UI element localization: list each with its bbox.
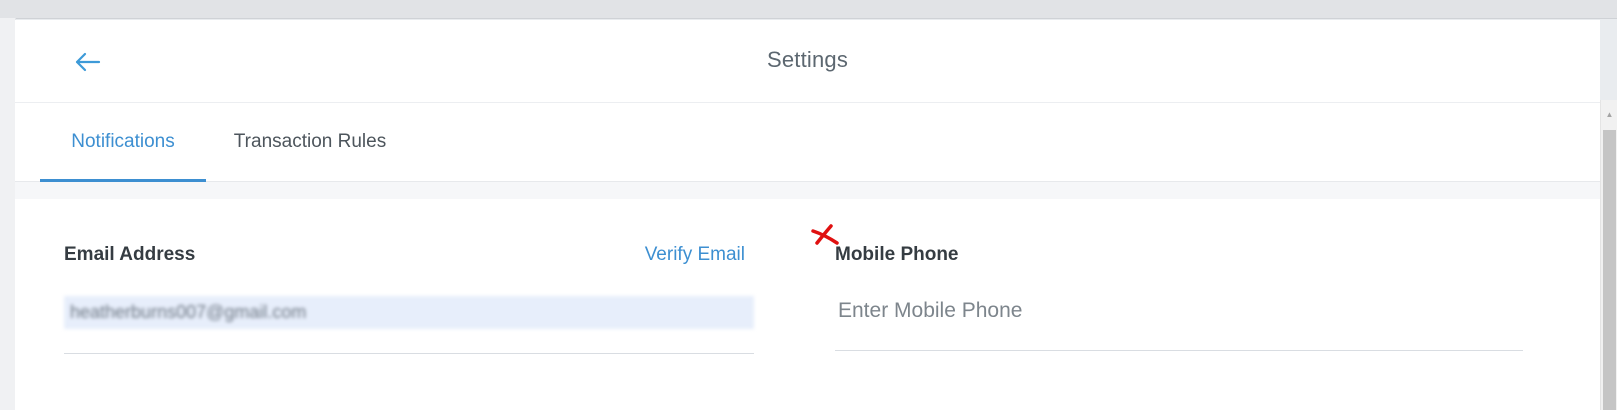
content-divider-strip (15, 182, 1600, 199)
settings-panel: Settings Notifications Transaction Rules… (15, 20, 1600, 410)
tab-notifications[interactable]: Notifications (40, 103, 206, 182)
page-title: Settings (766, 47, 849, 72)
mobile-phone-field-underline (835, 350, 1523, 351)
mobile-phone-field[interactable] (835, 294, 1523, 328)
left-gutter (0, 18, 16, 410)
settings-header: Settings (15, 20, 1600, 103)
email-field[interactable] (64, 296, 754, 329)
vertical-scrollbar[interactable]: ▲ (1600, 100, 1617, 410)
email-field-underline (64, 353, 754, 354)
settings-tabs: Notifications Transaction Rules (15, 103, 1600, 182)
scrollbar-thumb[interactable] (1603, 130, 1616, 410)
scroll-up-arrow-icon[interactable]: ▲ (1601, 100, 1617, 128)
browser-top-bar (0, 0, 1617, 19)
tab-transaction-rules[interactable]: Transaction Rules (220, 103, 400, 181)
mobile-phone-label: Mobile Phone (835, 244, 959, 265)
email-label: Email Address (64, 244, 196, 265)
notifications-form: Email Address Verify Email Mobile Phone (15, 199, 1600, 410)
verify-email-link[interactable]: Verify Email (615, 244, 745, 266)
